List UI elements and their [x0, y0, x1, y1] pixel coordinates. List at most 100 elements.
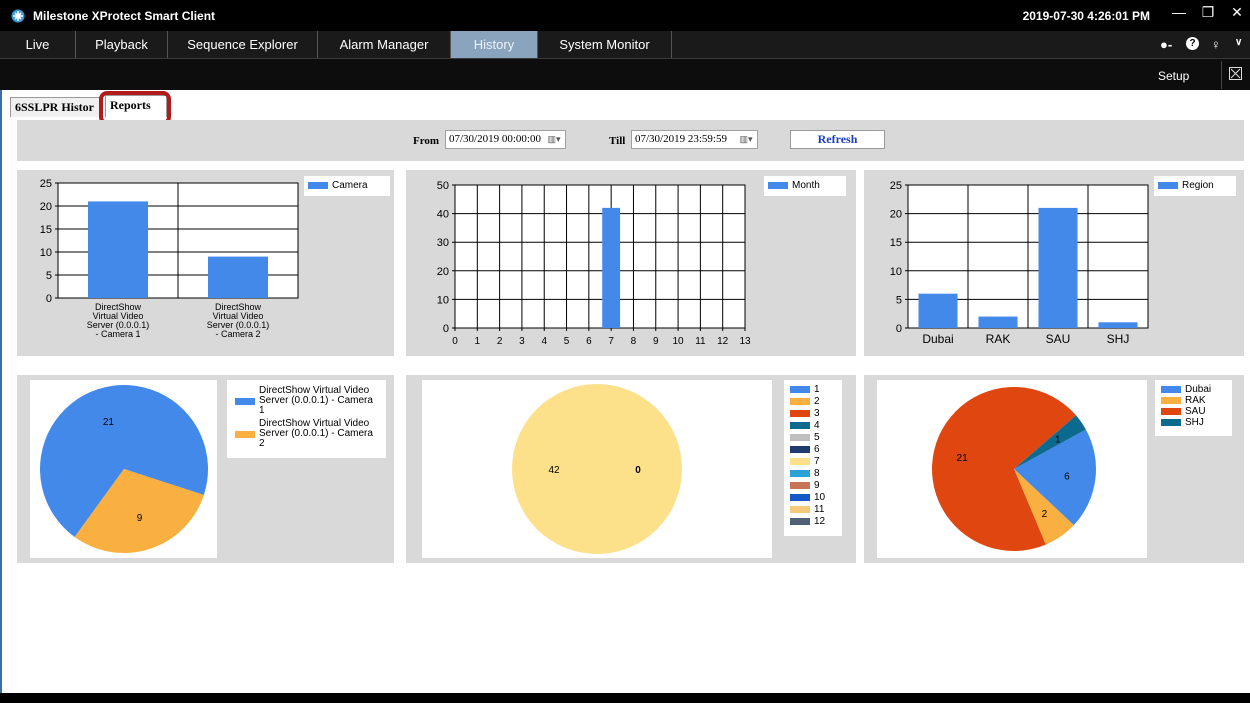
tab-history[interactable]: History — [451, 31, 538, 58]
calendar-dropdown-icon[interactable]: ▥▾ — [736, 132, 756, 147]
app-title: Milestone XProtect Smart Client — [33, 9, 216, 23]
month-pie-chart-panel: 42 0 1 2 3 4 5 6 7 8 9 10 11 12 — [406, 375, 856, 563]
bar — [88, 201, 148, 298]
y-tick-label: 25 — [40, 178, 52, 190]
pie-slice — [512, 384, 682, 554]
help-icon[interactable]: ? — [1186, 37, 1199, 50]
from-label: From — [413, 135, 440, 147]
legend-swatch — [790, 518, 810, 525]
x-tick-label: 3 — [519, 336, 525, 347]
legend-swatch — [1161, 408, 1181, 415]
slice-label: 9 — [137, 513, 143, 524]
chevron-down-icon[interactable]: ∨ — [1235, 37, 1242, 48]
bar — [918, 293, 958, 328]
camera-pie-legend: DirectShow Virtual Video Server (0.0.0.1… — [227, 380, 386, 458]
y-tick-label: 50 — [437, 180, 449, 192]
bar — [602, 207, 621, 328]
slice-label: 0 — [635, 465, 641, 476]
till-label: Till — [609, 135, 626, 147]
legend-swatch — [1161, 386, 1181, 393]
minimize-button[interactable]: — — [1164, 0, 1194, 26]
region-pie-chart-panel: 6 2 21 1 Dubai RAK SAU SHJ — [864, 375, 1244, 563]
legend-label: 8 — [814, 468, 820, 479]
month-bar-chart-panel: 0 10 20 30 40 50 0 1 2 3 4 5 6 7 8 9 10 11 12 13 Month — [406, 170, 856, 356]
key-icon[interactable]: ♀ — [1211, 37, 1221, 52]
x-tick-label: - Camera 2 — [215, 329, 260, 339]
legend-label: SAU — [1185, 406, 1206, 417]
region-bar-chart-panel: 0 5 10 15 20 25 Dubai RAK SAU SHJ Region — [864, 170, 1244, 356]
legend-label: 7 — [814, 456, 820, 467]
app-logo-icon — [11, 9, 25, 23]
camera-pie-chart-panel: 21 9 DirectShow Virtual Video Server (0.0… — [17, 375, 394, 563]
region-bar-chart: 0 5 10 15 20 25 Dubai RAK SAU SHJ — [890, 180, 1149, 346]
tab-alarm-manager[interactable]: Alarm Manager — [318, 31, 451, 58]
x-tick-label: 12 — [717, 336, 729, 347]
close-button[interactable]: ✕ — [1222, 0, 1250, 26]
x-tick-label: 4 — [541, 336, 547, 347]
y-tick-label: 15 — [40, 224, 52, 236]
bar — [978, 316, 1018, 328]
x-tick-label: 2 — [497, 336, 503, 347]
legend-label: RAK — [1185, 395, 1206, 406]
toolbar: Setup — [0, 58, 1250, 90]
tab-system-monitor[interactable]: System Monitor — [538, 31, 672, 58]
tab-playback[interactable]: Playback — [76, 31, 168, 58]
tab-live[interactable]: Live — [0, 31, 76, 58]
camera-bar-chart-panel: 0 5 10 15 20 25 DirectShow Virtual Video Server … — [17, 170, 394, 356]
status-bar — [0, 693, 1250, 703]
y-tick-label: 40 — [437, 209, 449, 221]
region-chart-legend: Region — [1154, 176, 1236, 196]
legend-swatch — [790, 482, 810, 489]
refresh-button[interactable]: Refresh — [790, 130, 885, 149]
bar — [208, 256, 268, 298]
x-tick-label: RAK — [986, 332, 1011, 346]
month-chart-legend: Month — [764, 176, 846, 196]
maximize-icon[interactable] — [1229, 67, 1242, 80]
legend-line: Server (0.0.0.1) - Camera — [259, 395, 373, 406]
legend-label: SHJ — [1185, 417, 1204, 428]
x-tick-label: SAU — [1046, 332, 1071, 346]
x-tick-label: 13 — [739, 336, 751, 347]
x-tick-label: 11 — [695, 336, 706, 347]
legend-label: 4 — [814, 420, 820, 431]
restore-button[interactable]: ❐ — [1193, 0, 1223, 26]
camera-bar-chart: 0510152025DirectShowVirtual VideoServer … — [40, 178, 299, 339]
slice-label: 2 — [1042, 509, 1048, 520]
x-tick-label: 6 — [586, 336, 592, 347]
x-tick-label: 5 — [564, 336, 570, 347]
legend-swatch — [790, 386, 810, 393]
legend-label: 6 — [814, 444, 820, 455]
y-tick-label: 5 — [896, 294, 902, 306]
x-tick-label: Dubai — [922, 332, 953, 346]
tab-6sslpr-history[interactable]: 6SSLPR Histor — [10, 97, 100, 117]
connection-icon[interactable]: ●- — [1160, 37, 1172, 52]
legend-label: 12 — [814, 516, 826, 527]
setup-button[interactable]: Setup — [1158, 69, 1189, 83]
main-menu-bar: Live Playback Sequence Explorer Alarm Ma… — [0, 31, 1250, 58]
legend-line: Server (0.0.0.1) - Camera — [259, 428, 373, 439]
y-tick-label: 25 — [890, 180, 902, 192]
till-date-input[interactable]: 07/30/2019 23:59:59 ▥▾ — [631, 130, 758, 149]
legend-swatch — [790, 422, 810, 429]
plot-area — [455, 185, 745, 328]
from-date-input[interactable]: 07/30/2019 00:00:00 ▥▾ — [445, 130, 566, 149]
legend-swatch — [790, 434, 810, 441]
x-tick-label: 10 — [673, 336, 685, 347]
legend-swatch — [790, 446, 810, 453]
y-tick-label: 15 — [890, 237, 902, 249]
y-tick-label: 0 — [443, 323, 449, 335]
legend-label: Dubai — [1185, 384, 1212, 395]
x-tick-label: 7 — [608, 336, 614, 347]
bar — [1038, 207, 1078, 328]
legend-label: 11 — [814, 504, 825, 515]
y-tick-label: 20 — [40, 201, 52, 213]
region-pie-legend: Dubai RAK SAU SHJ — [1155, 380, 1232, 436]
legend-label: 1 — [814, 384, 820, 395]
tab-sequence-explorer[interactable]: Sequence Explorer — [168, 31, 318, 58]
calendar-dropdown-icon[interactable]: ▥▾ — [544, 132, 564, 147]
slice-label: 21 — [103, 417, 115, 428]
x-tick-label: 0 — [452, 336, 458, 347]
y-tick-label: 20 — [890, 209, 902, 221]
legend-swatch — [790, 494, 810, 501]
y-tick-label: 10 — [437, 294, 449, 306]
